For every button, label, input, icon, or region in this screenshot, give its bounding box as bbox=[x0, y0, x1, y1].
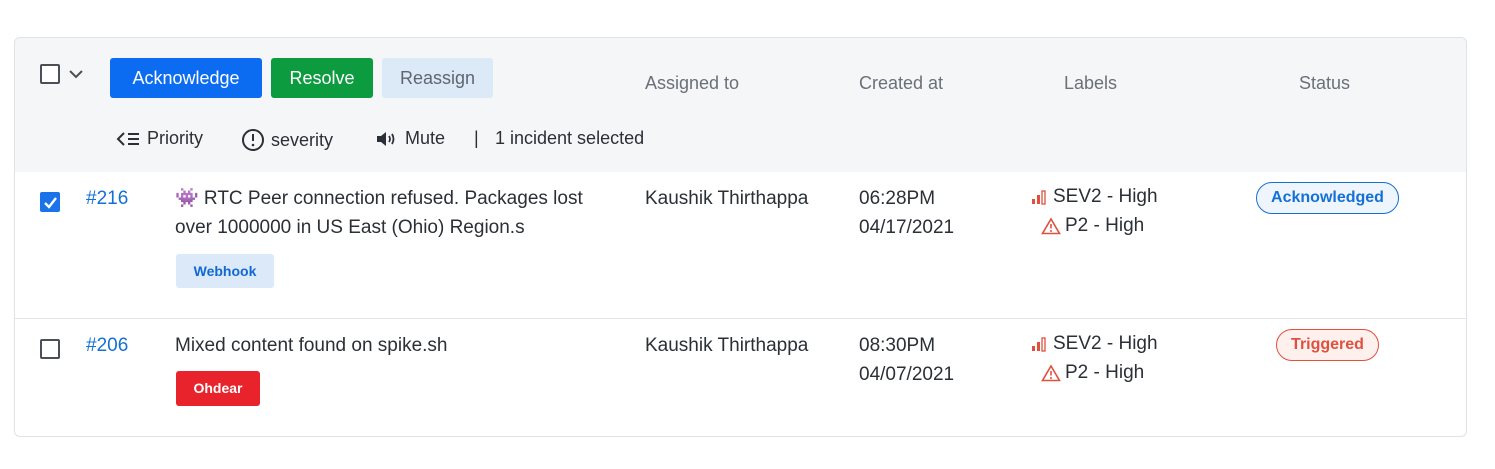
source-tag: Webhook bbox=[176, 254, 274, 288]
severity-value: SEV2 - High bbox=[1053, 333, 1158, 354]
column-header-created-at[interactable]: Created at bbox=[859, 73, 943, 94]
incident-title[interactable]: Mixed content found on spike.sh bbox=[175, 331, 448, 360]
signal-bars-icon bbox=[1032, 337, 1046, 352]
incident-id-link[interactable]: #206 bbox=[86, 335, 128, 357]
mute-label: Mute bbox=[405, 128, 446, 148]
created-date: 04/07/2021 bbox=[859, 364, 955, 385]
severity-label: severity bbox=[271, 129, 334, 150]
priority-label: Priority bbox=[147, 128, 204, 148]
severity-value: SEV2 - High bbox=[1053, 186, 1158, 207]
signal-bars-icon bbox=[1032, 190, 1046, 205]
alert-circle-icon bbox=[242, 129, 264, 151]
row-checkbox[interactable] bbox=[40, 339, 60, 359]
reassign-button[interactable]: Reassign bbox=[382, 58, 493, 98]
mute-action[interactable]: Mute bbox=[375, 128, 445, 149]
table-header: Acknowledge Resolve Reassign Assigned to… bbox=[15, 38, 1466, 172]
table-row[interactable]: #206 Mixed content found on spike.sh Ohd… bbox=[15, 319, 1466, 436]
warning-triangle-icon bbox=[1041, 364, 1061, 382]
select-all-checkbox[interactable] bbox=[40, 64, 60, 84]
resolve-button[interactable]: Resolve bbox=[271, 58, 373, 98]
incident-title[interactable]: 👾 RTC Peer connection refused. Packages … bbox=[175, 184, 583, 213]
incident-id-link[interactable]: #216 bbox=[86, 188, 128, 210]
priority-value: P2 - High bbox=[1065, 215, 1145, 236]
column-header-status[interactable]: Status bbox=[1299, 73, 1350, 94]
priority-value: P2 - High bbox=[1065, 362, 1145, 383]
status-badge: Acknowledged bbox=[1256, 182, 1399, 214]
priority-action[interactable]: Priority bbox=[115, 128, 203, 149]
acknowledge-button[interactable]: Acknowledge bbox=[110, 58, 262, 98]
assignee: Kaushik Thirthappa bbox=[645, 335, 809, 356]
chevron-down-icon[interactable] bbox=[69, 69, 83, 79]
created-date: 04/17/2021 bbox=[859, 217, 955, 238]
severity-label-badge: SEV2 - High bbox=[1031, 186, 1158, 208]
selection-count: 1 incident selected bbox=[495, 128, 645, 148]
created-time: 06:28PM bbox=[859, 188, 936, 209]
source-tag: Ohdear bbox=[176, 371, 260, 406]
table-row[interactable]: #216 👾 RTC Peer connection refused. Pack… bbox=[15, 172, 1466, 319]
speaker-icon bbox=[377, 131, 395, 146]
created-time: 08:30PM bbox=[859, 335, 936, 356]
incident-table: Acknowledge Resolve Reassign Assigned to… bbox=[14, 37, 1467, 437]
status-badge: Triggered bbox=[1276, 329, 1379, 361]
column-header-labels[interactable]: Labels bbox=[1064, 73, 1117, 94]
priority-label-badge: P2 - High bbox=[1041, 362, 1144, 384]
priority-label-badge: P2 - High bbox=[1041, 215, 1144, 237]
column-header-assigned-to[interactable]: Assigned to bbox=[645, 73, 739, 94]
warning-triangle-icon bbox=[1041, 217, 1061, 235]
priority-list-icon bbox=[116, 131, 139, 146]
assignee: Kaushik Thirthappa bbox=[645, 188, 809, 209]
row-checkbox[interactable] bbox=[40, 192, 60, 212]
severity-action[interactable]: severity bbox=[241, 128, 333, 152]
incident-title-continued[interactable]: over 1000000 in US East (Ohio) Region.s bbox=[175, 213, 525, 242]
severity-label-badge: SEV2 - High bbox=[1031, 333, 1158, 355]
check-icon bbox=[44, 197, 57, 209]
toolbar-divider: | bbox=[474, 128, 479, 148]
